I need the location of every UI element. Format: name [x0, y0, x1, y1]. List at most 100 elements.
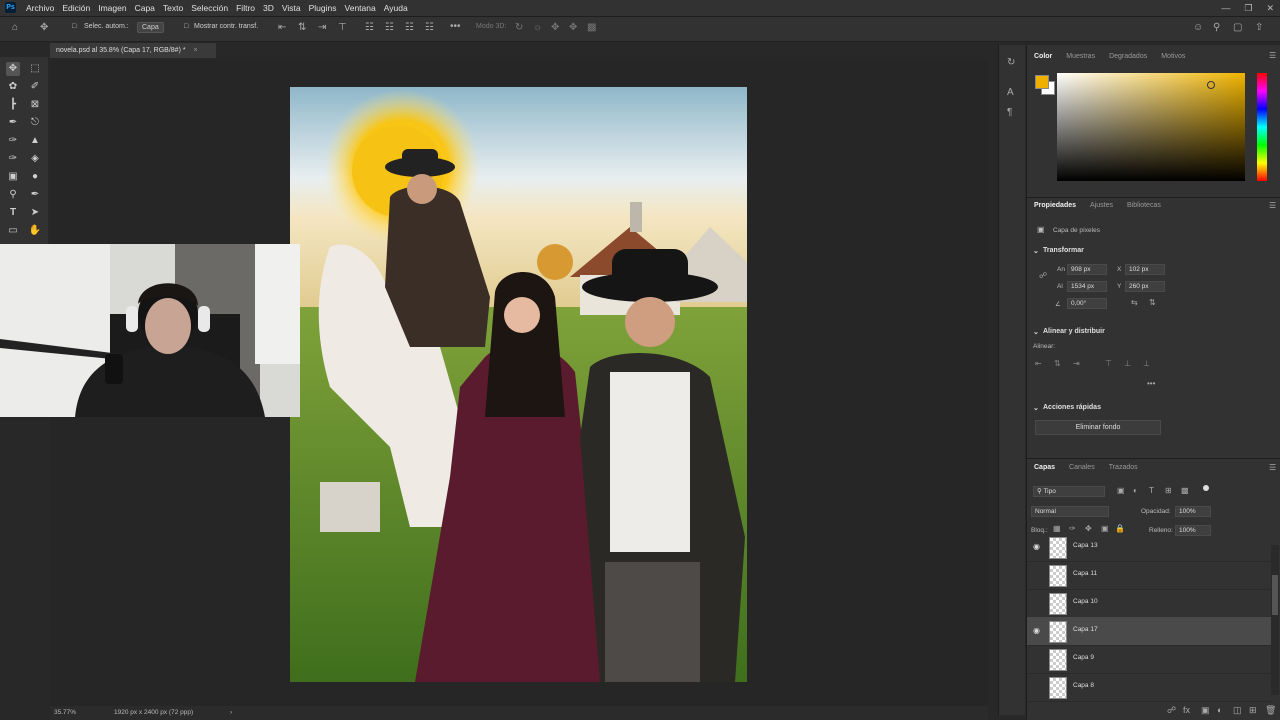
roll-3d-icon[interactable]: ☼ — [533, 22, 542, 33]
blend-mode-dropdown[interactable]: Normal — [1031, 506, 1109, 517]
add-mask-icon[interactable]: ▣ — [1201, 705, 1210, 716]
share-icon[interactable]: ⇧ — [1255, 22, 1263, 33]
hue-slider[interactable] — [1257, 73, 1267, 181]
healing-tool-icon[interactable]: ⎋ — [28, 116, 42, 130]
align-h-centers-icon[interactable]: ⇅ — [1054, 359, 1061, 368]
home-icon[interactable]: ⌂ — [12, 22, 18, 33]
delete-layer-icon[interactable]: 🗑 — [1265, 705, 1276, 716]
filter-type-icon[interactable]: T — [1149, 486, 1154, 495]
align-chevron-icon[interactable]: ⌄ — [1033, 328, 1039, 336]
filter-toggle-icon[interactable] — [1203, 485, 1209, 491]
lock-artboard-icon[interactable]: ▣ — [1101, 524, 1109, 533]
layer-name[interactable]: Capa 9 — [1073, 654, 1094, 661]
tab-capas[interactable]: Capas — [1027, 460, 1062, 476]
distribute-right-icon[interactable]: ☷ — [405, 22, 414, 33]
menu-item-vista[interactable]: Vista — [278, 0, 305, 16]
tab-color[interactable]: Color — [1027, 49, 1059, 65]
lasso-tool-icon[interactable]: ✿ — [6, 80, 20, 94]
visibility-eye-icon[interactable] — [1033, 570, 1043, 580]
layer-name[interactable]: Capa 13 — [1073, 542, 1098, 549]
properties-menu-icon[interactable]: ☰ — [1269, 201, 1276, 210]
document-info[interactable]: 1920 px x 2400 px (72 ppp) — [114, 706, 193, 720]
menu-item-3d[interactable]: 3D — [259, 0, 278, 16]
remove-background-button[interactable]: Eliminar fondo — [1035, 420, 1161, 435]
new-group-icon[interactable]: ◫ — [1233, 705, 1242, 716]
workspace-icon[interactable]: ▢ — [1233, 22, 1242, 33]
minimize-icon[interactable]: — — [1221, 0, 1230, 16]
align-right-icon[interactable]: ⇥ — [318, 22, 326, 33]
blur-tool-icon[interactable]: ● — [28, 170, 42, 184]
more-options-icon[interactable]: ••• — [450, 21, 461, 32]
zoom-level[interactable]: 35.77% — [54, 706, 76, 720]
marquee-tool-icon[interactable]: ⬚ — [28, 62, 42, 76]
layer-row[interactable]: Capa 8 — [1027, 673, 1271, 702]
lock-position-icon[interactable]: ✥ — [1085, 524, 1092, 533]
filter-smart-object-icon[interactable]: ▩ — [1181, 486, 1189, 495]
menu-item-seleccion[interactable]: Selección — [187, 0, 232, 16]
auto-select-checkbox[interactable]: □ — [72, 23, 76, 30]
x-field[interactable]: 102 px — [1125, 264, 1165, 275]
close-icon[interactable]: ✕ — [1266, 0, 1274, 16]
tab-trazados[interactable]: Trazados — [1102, 460, 1145, 476]
menu-item-edicion[interactable]: Edición — [58, 0, 94, 16]
gradient-tool-icon[interactable]: ▣ — [6, 170, 20, 184]
shape-tool-icon[interactable]: ▭ — [6, 224, 20, 238]
dodge-tool-icon[interactable]: ⚲ — [6, 188, 20, 202]
filter-shape-icon[interactable]: ⊞ — [1165, 486, 1172, 495]
panel-menu-icon[interactable]: ☰ — [1269, 51, 1276, 60]
align-top-edges-icon[interactable]: ⊤ — [1105, 359, 1112, 368]
scale-3d-icon[interactable]: ▩ — [587, 22, 596, 33]
stamp-tool-icon[interactable]: ▲ — [28, 134, 42, 148]
tab-muestras[interactable]: Muestras — [1059, 49, 1102, 65]
crop-tool-icon[interactable]: ┣ — [6, 98, 20, 112]
tab-degradados[interactable]: Degradados — [1102, 49, 1154, 65]
orbit-3d-icon[interactable]: ↻ — [515, 22, 523, 33]
tab-bibliotecas[interactable]: Bibliotecas — [1120, 198, 1168, 214]
user-icon[interactable]: ☺ — [1193, 22, 1203, 33]
layer-row[interactable]: ◉ Capa 17 — [1027, 617, 1271, 646]
distribute-icon[interactable]: ☷ — [365, 22, 374, 33]
status-arrow-icon[interactable]: › — [230, 706, 232, 720]
visibility-eye-icon[interactable] — [1033, 654, 1043, 664]
history-brush-icon[interactable]: ✑ — [6, 152, 20, 166]
menu-item-texto[interactable]: Texto — [159, 0, 187, 16]
color-field[interactable] — [1057, 73, 1245, 181]
eraser-tool-icon[interactable]: ◈ — [28, 152, 42, 166]
height-field[interactable]: 1534 px — [1067, 281, 1107, 292]
tab-ajustes[interactable]: Ajustes — [1083, 198, 1120, 214]
tab-canales[interactable]: Canales — [1062, 460, 1102, 476]
flip-horizontal-icon[interactable]: ⇆ — [1131, 298, 1138, 307]
menu-item-archivo[interactable]: Archivo — [22, 0, 58, 16]
layer-name[interactable]: Capa 11 — [1073, 570, 1097, 577]
layer-filter-dropdown[interactable]: ⚲ Tipo — [1033, 486, 1105, 497]
new-layer-icon[interactable]: ⊞ — [1249, 705, 1257, 716]
flip-vertical-icon[interactable]: ⇅ — [1149, 298, 1156, 307]
menu-item-imagen[interactable]: Imagen — [94, 0, 130, 16]
visibility-eye-icon[interactable]: ◉ — [1033, 542, 1043, 552]
quick-actions-chevron-icon[interactable]: ⌄ — [1033, 404, 1039, 412]
move-tool-icon[interactable]: ✥ — [6, 62, 20, 76]
frame-tool-icon[interactable]: ⊠ — [28, 98, 42, 112]
visibility-eye-icon[interactable] — [1033, 682, 1043, 692]
type-tool-icon[interactable]: T — [6, 206, 20, 220]
filter-adjustment-icon[interactable]: ◐ — [1133, 486, 1138, 495]
close-tab-icon[interactable]: × — [194, 47, 198, 54]
layer-style-icon[interactable]: fx — [1183, 705, 1190, 715]
menu-item-ventana[interactable]: Ventana — [341, 0, 380, 16]
restore-icon[interactable]: ❐ — [1244, 0, 1252, 16]
layers-menu-icon[interactable]: ☰ — [1269, 463, 1276, 472]
visibility-eye-icon[interactable] — [1033, 598, 1043, 608]
layer-name[interactable]: Capa 8 — [1073, 682, 1094, 689]
pan-3d-icon[interactable]: ✥ — [551, 22, 559, 33]
menu-item-ayuda[interactable]: Ayuda — [380, 0, 412, 16]
layers-scrollbar[interactable] — [1271, 545, 1279, 695]
move-tool-icon[interactable]: ✥ — [40, 22, 48, 33]
width-field[interactable]: 908 px — [1067, 264, 1107, 275]
y-field[interactable]: 260 px — [1125, 281, 1165, 292]
menu-item-filtro[interactable]: Filtro — [232, 0, 259, 16]
more-align-icon[interactable]: ••• — [1147, 379, 1155, 388]
layer-row[interactable]: Capa 9 — [1027, 645, 1271, 674]
document-tab[interactable]: novela.psd al 35.8% (Capa 17, RGB/8#) * … — [50, 43, 216, 58]
menu-item-capa[interactable]: Capa — [131, 0, 159, 16]
layer-row[interactable]: Capa 10 — [1027, 589, 1271, 618]
